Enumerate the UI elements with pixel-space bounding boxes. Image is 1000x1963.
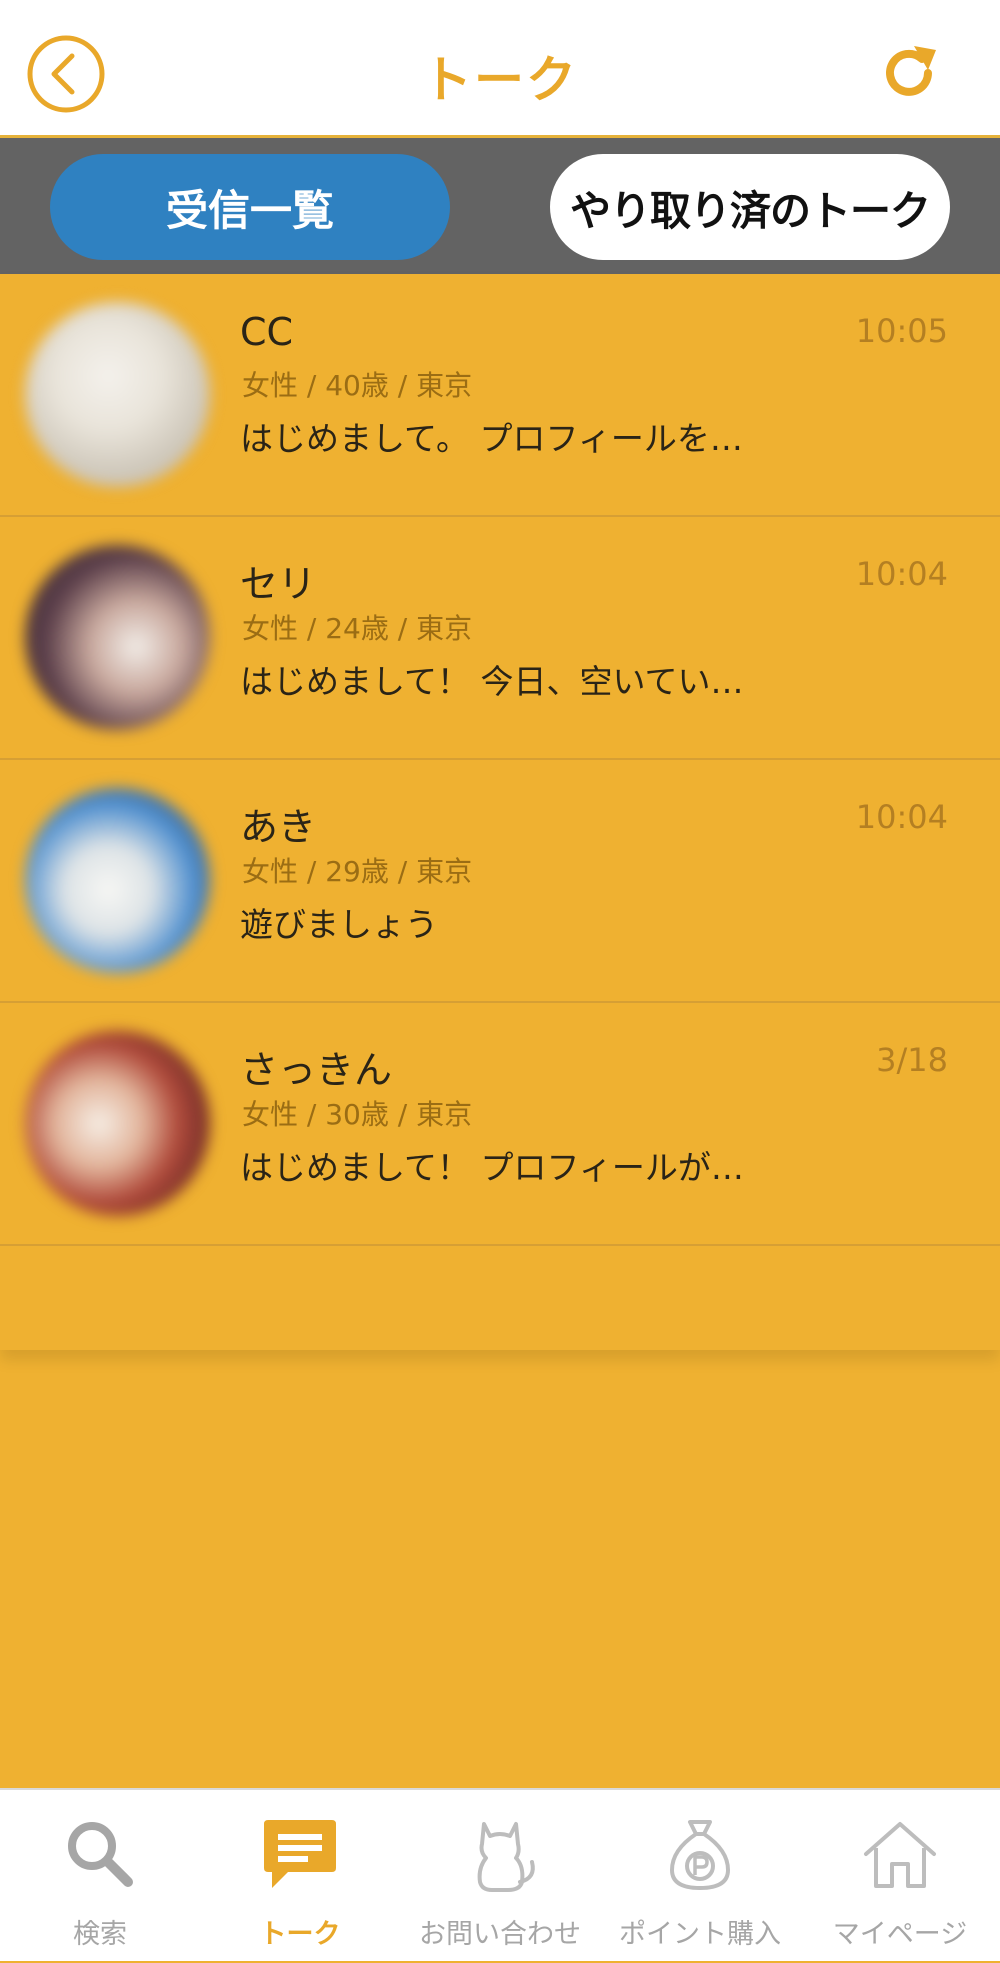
tab-bar: 受信一覧 やり取り済のトーク (0, 138, 1000, 274)
chat-icon (264, 1820, 336, 1888)
home-icon (864, 1822, 936, 1888)
conversation-name: CC (240, 310, 294, 354)
conversation-meta: 女性 / 29歳 / 東京 (242, 855, 473, 888)
nav-label: 検索 (73, 1919, 127, 1950)
nav-mypage[interactable]: マイページ (800, 1790, 1000, 1963)
conversation-meta: 女性 / 24歳 / 東京 (242, 612, 473, 645)
nav-search[interactable]: 検索 (0, 1790, 200, 1963)
conversation-time: 3/18 (876, 1041, 948, 1079)
search-icon (68, 1822, 133, 1887)
conversation-row[interactable]: あき 女性 / 29歳 / 東京 遊びましょう 10:04 (0, 760, 1000, 1003)
conversation-preview: はじめまして。 プロフィールを… (240, 419, 743, 458)
refresh-button[interactable] (878, 42, 940, 104)
header: トーク (0, 0, 1000, 138)
avatar (25, 302, 210, 487)
nav-label: トーク (259, 1919, 341, 1950)
cat-icon (477, 1822, 535, 1892)
conversation-preview: はじめまして！ 今日、空いてい… (240, 662, 744, 701)
conversation-name: あき (240, 805, 317, 849)
bottom-nav: 検索 トーク お問い合わせ ポイント購入 マイページ (0, 1788, 1000, 1961)
nav-label: マイページ (832, 1919, 968, 1950)
nav-points[interactable]: ポイント購入 (600, 1790, 800, 1963)
conversation-time: 10:04 (855, 555, 948, 593)
conversation-name: セリ (240, 562, 317, 606)
conversation-meta: 女性 / 40歳 / 東京 (242, 369, 473, 402)
conversation-row[interactable]: セリ 女性 / 24歳 / 東京 はじめまして！ 今日、空いてい… 10:04 (0, 517, 1000, 760)
conversation-row[interactable]: CC 女性 / 40歳 / 東京 はじめまして。 プロフィールを… 10:05 (0, 274, 1000, 517)
page-title: トーク (422, 51, 578, 109)
conversation-row[interactable]: さっきん 女性 / 30歳 / 東京 はじめまして！ プロフィールが… 3/18 (0, 1003, 1000, 1246)
avatar (25, 545, 210, 730)
conversation-meta: 女性 / 30歳 / 東京 (242, 1098, 473, 1131)
avatar (25, 788, 210, 973)
conversation-time: 10:04 (855, 798, 948, 836)
nav-label: ポイント購入 (619, 1919, 781, 1950)
conversation-preview: 遊びましょう (240, 905, 438, 944)
conversation-time: 10:05 (855, 312, 948, 350)
conversation-name: さっきん (240, 1048, 393, 1092)
tab-exchanged-talks[interactable]: やり取り済のトーク (550, 154, 950, 260)
refresh-icon (886, 46, 936, 96)
conversation-preview: はじめまして！ プロフィールが… (240, 1148, 744, 1187)
nav-label: お問い合わせ (419, 1919, 581, 1950)
tab-received-list[interactable]: 受信一覧 (50, 154, 450, 260)
nav-talk[interactable]: トーク (200, 1790, 400, 1963)
nav-inquiry[interactable]: お問い合わせ (400, 1790, 600, 1963)
points-bag-icon (670, 1820, 730, 1890)
avatar (25, 1031, 210, 1216)
conversation-list: CC 女性 / 40歳 / 東京 はじめまして。 プロフィールを… 10:05 … (0, 274, 1000, 1350)
